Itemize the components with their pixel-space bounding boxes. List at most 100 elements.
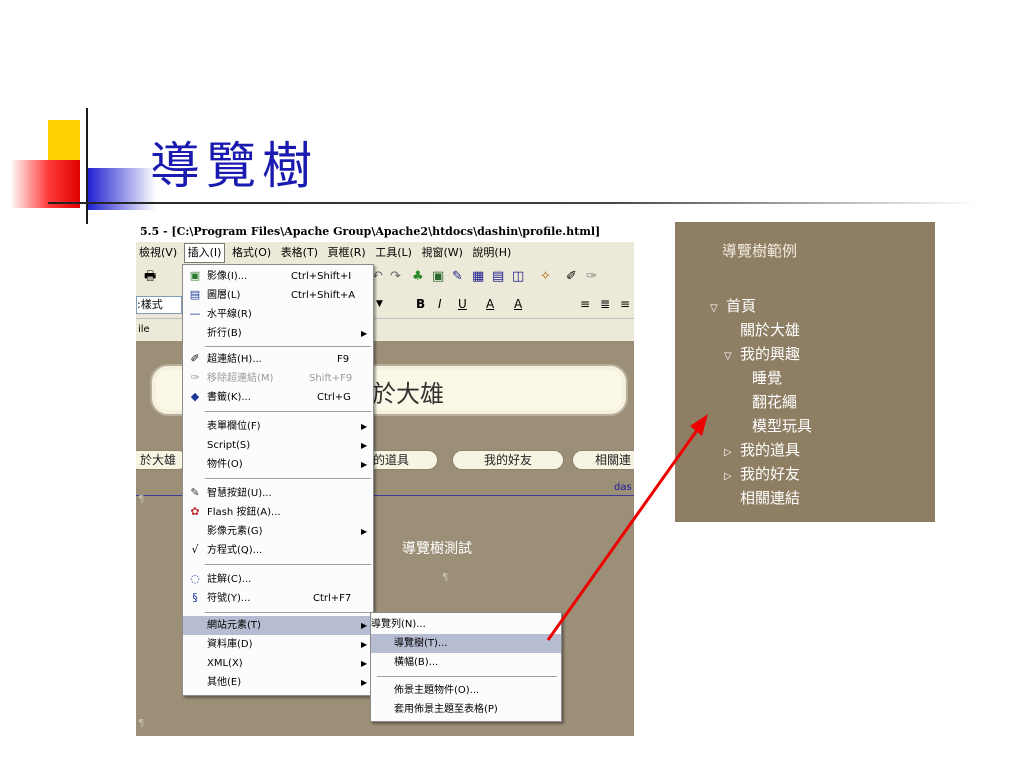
menu-item-comment[interactable]: ◌ 註解(C)... (183, 570, 373, 589)
bookmark-toolbar-icon[interactable]: ✑ (586, 264, 597, 290)
menu-item-smart-button[interactable]: ✎ 智慧按鈕(U)... (183, 484, 373, 503)
page-banner-text: 於大雄 (372, 380, 444, 408)
menu-item-other[interactable]: 其他(E) ▶ (183, 673, 373, 692)
tree-node-sleep[interactable]: 睡覺 (752, 368, 782, 388)
menu-item-layer[interactable]: ▤ 圖層(L) Ctrl+Shift+A (183, 286, 373, 305)
decor-red-block (10, 160, 80, 208)
underline-button[interactable]: U (458, 290, 467, 318)
submenu-arrow-icon: ▶ (361, 460, 368, 469)
menu-item-equation[interactable]: √ 方程式(Q)... (183, 541, 373, 560)
menu-help[interactable]: 說明(H) (469, 242, 514, 264)
link-text[interactable]: das (614, 482, 632, 493)
tree-node-cats-cradle[interactable]: 翻花繩 (752, 392, 797, 412)
menu-item-horizontal-line[interactable]: — 水平線(R) (183, 305, 373, 324)
menu-bar: 檢視(V) 插入(I) 格式(O) 表格(T) 頁框(R) 工具(L) 視窗(W… (136, 242, 634, 264)
menu-item-object[interactable]: 物件(O) ▶ (183, 455, 373, 474)
tree-node-hobbies[interactable]: ▽ 我的興趣 (724, 344, 800, 367)
submenu-item-banner[interactable]: 橫幅(B)... (371, 653, 561, 672)
format-painter-icon[interactable]: ✧ (540, 264, 551, 290)
menu-item-image[interactable]: ▣ 影像(I)... Ctrl+Shift+I (183, 267, 373, 286)
tree-node-model-toys[interactable]: 模型玩具 (752, 416, 812, 436)
submenu-arrow-icon: ▶ (361, 659, 368, 668)
expanded-triangle-icon: ▽ (724, 351, 732, 362)
submenu-item-nav-tree[interactable]: 導覽樹(T)... (371, 634, 561, 653)
window-title-bar: 5.5 - [C:\Program Files\Apache Group\Apa… (136, 222, 634, 242)
submenu-arrow-icon: ▶ (361, 640, 368, 649)
print-icon[interactable]: 🖶 (144, 264, 156, 290)
italic-button[interactable]: I (438, 290, 442, 318)
comment-icon: ◌ (190, 572, 200, 585)
drawing-icon[interactable]: ✎ (452, 264, 463, 290)
submenu-arrow-icon: ▶ (361, 527, 368, 536)
bold-button[interactable]: B (416, 290, 425, 318)
collapsed-triangle-icon: ▷ (724, 471, 732, 482)
tree-node-about[interactable]: 關於大雄 (740, 320, 800, 340)
style-dropdown[interactable]: :樣式 (136, 296, 182, 314)
redo-icon[interactable]: ↷ (390, 264, 401, 290)
collapsed-triangle-icon: ▷ (724, 447, 732, 458)
web-component-icon[interactable]: ♣ (412, 264, 424, 290)
layer-icon: ▤ (189, 288, 201, 301)
paragraph-mark-icon: ¶ (442, 572, 449, 583)
symbol-icon: § (192, 591, 198, 604)
menu-tools[interactable]: 工具(L) (372, 242, 415, 264)
nav-button-links[interactable]: 相關連 (572, 450, 634, 470)
menu-item-remove-hyperlink: ✑ 移除超連結(M) Shift+F9 (183, 369, 373, 388)
decor-vertical-line (86, 108, 88, 224)
menu-frames[interactable]: 頁框(R) (325, 242, 369, 264)
menu-item-web-components[interactable]: 網站元素(T) ▶ (183, 616, 373, 635)
menu-item-break[interactable]: 折行(B) ▶ (183, 324, 373, 343)
paragraph-mark-icon: ¶ (138, 718, 145, 729)
smart-button-icon: ✎ (190, 486, 200, 499)
tree-node-links[interactable]: 相關連結 (740, 488, 800, 508)
align-right-icon[interactable]: ≡ (620, 290, 630, 318)
hyperlink-toolbar-icon[interactable]: ✐ (566, 264, 577, 290)
menu-item-flash-button[interactable]: ✿ Flash 按鈕(A)... (183, 503, 373, 522)
submenu-item-apply-theme-table[interactable]: 套用佈景主題至表格(P) (371, 700, 561, 719)
bookmark-icon: ◆ (190, 390, 200, 403)
hyperlink-icon: ✐ (190, 352, 200, 365)
web-components-submenu: 導覽列(N)... 導覽樹(T)... 橫幅(B)... 佈景主題物件(O)..… (370, 612, 562, 722)
submenu-arrow-icon: ▶ (361, 422, 368, 431)
nav-button-friends[interactable]: 我的好友 (452, 450, 564, 470)
font-color-button[interactable]: A (486, 290, 494, 318)
submenu-arrow-icon: ▶ (361, 621, 368, 630)
slide-title: 導覽樹 (150, 137, 318, 195)
menu-item-form-field[interactable]: 表單欄位(F) ▶ (183, 417, 373, 436)
paragraph-mark-icon: ¶ (138, 494, 145, 505)
nav-tree-example-panel (675, 222, 935, 522)
menu-view[interactable]: 檢視(V) (136, 242, 180, 264)
horizontal-line-icon: — (189, 307, 201, 320)
tree-test-text: 導覽樹測試 (402, 541, 472, 557)
menu-item-symbol[interactable]: § 符號(Y)... Ctrl+F7 (183, 589, 373, 608)
insert-picture-icon[interactable]: ▣ (432, 264, 444, 290)
frames-icon[interactable]: ◫ (512, 264, 524, 290)
insert-table-icon[interactable]: ▦ (472, 264, 484, 290)
menu-item-bookmark[interactable]: ◆ 書籤(K)... Ctrl+G (183, 388, 373, 407)
menu-table[interactable]: 表格(T) (278, 242, 321, 264)
menu-item-image-element[interactable]: 影像元素(G) ▶ (183, 522, 373, 541)
insert-menu: ▣ 影像(I)... Ctrl+Shift+I ▤ 圖層(L) Ctrl+Shift+A… (182, 264, 374, 696)
menu-item-script[interactable]: Script(S) ▶ (183, 436, 373, 455)
menu-insert[interactable]: 插入(I) (183, 243, 226, 263)
align-left-icon[interactable]: ≡ (580, 290, 590, 318)
insert-layer-icon[interactable]: ▤ (492, 264, 504, 290)
nav-button-about[interactable]: 於大雄 (136, 450, 188, 470)
expanded-triangle-icon: ▽ (710, 303, 718, 314)
menu-format[interactable]: 格式(O) (229, 242, 274, 264)
menu-window[interactable]: 視窗(W) (418, 242, 465, 264)
font-size-dropdown-icon[interactable]: ▼ (376, 290, 383, 318)
menu-item-database[interactable]: 資料庫(D) ▶ (183, 635, 373, 654)
submenu-item-theme-object[interactable]: 佈景主題物件(O)... (371, 681, 561, 700)
highlight-button[interactable]: A (514, 290, 522, 318)
tree-node-friends[interactable]: ▷ 我的好友 (724, 464, 800, 487)
tree-node-home[interactable]: ▽ 首頁 (710, 296, 756, 319)
decor-horizontal-line (48, 202, 978, 204)
menu-item-hyperlink[interactable]: ✐ 超連結(H)... F9 (183, 350, 373, 369)
equation-icon: √ (191, 543, 199, 556)
menu-item-xml[interactable]: XML(X) ▶ (183, 654, 373, 673)
tree-node-gadgets[interactable]: ▷ 我的道具 (724, 440, 800, 463)
submenu-item-nav-bar[interactable]: 導覽列(N)... (371, 615, 561, 634)
align-center-icon[interactable]: ≣ (600, 290, 610, 318)
image-icon: ▣ (189, 269, 201, 282)
